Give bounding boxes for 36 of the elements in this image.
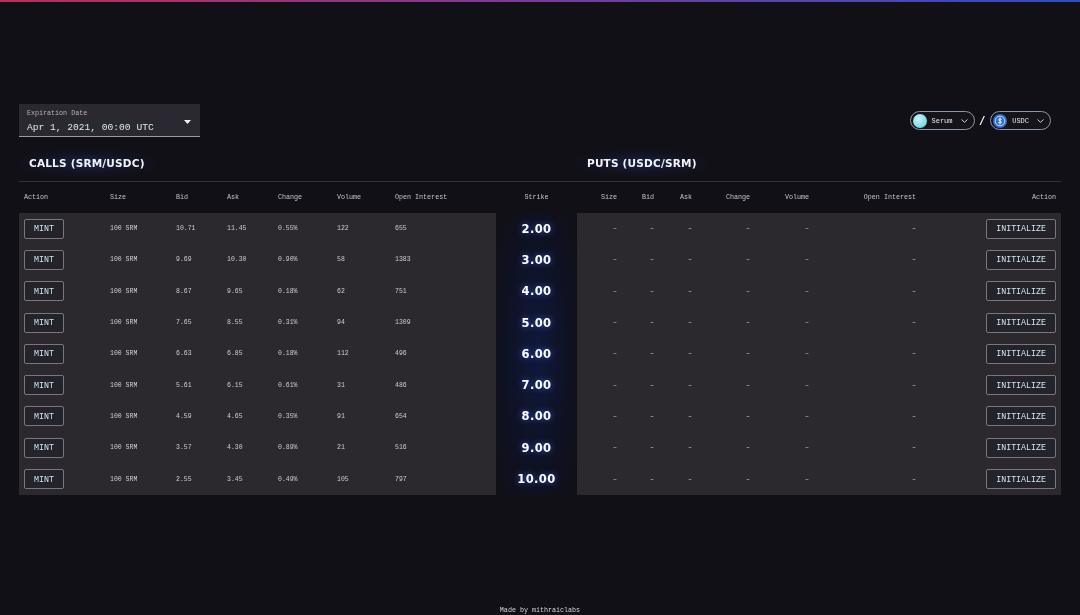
strike-price: 5.00 xyxy=(521,315,552,330)
initialize-button[interactable]: INITIALIZE xyxy=(986,312,1056,333)
mint-button[interactable]: MINT xyxy=(24,281,64,302)
strike-price: 2.00 xyxy=(521,221,552,236)
strike-price: 7.00 xyxy=(521,378,552,393)
section-title: CALLS (SRM/USDC) xyxy=(19,150,155,176)
mint-button[interactable]: MINT xyxy=(24,375,64,396)
initialize-button[interactable]: INITIALIZE xyxy=(986,437,1056,458)
mint-button[interactable]: MINT xyxy=(24,218,64,239)
strike-price: 4.00 xyxy=(521,284,552,299)
pair-separator: / xyxy=(980,115,985,126)
mint-button[interactable]: MINT xyxy=(24,249,64,270)
mint-button[interactable]: MINT xyxy=(24,343,64,364)
initialize-button[interactable]: INITIALIZE xyxy=(986,406,1056,427)
strike-price: 10.00 xyxy=(517,472,556,486)
dollar-coin-icon xyxy=(993,113,1008,128)
chevron-down-icon xyxy=(1037,118,1044,123)
initialize-button[interactable]: INITIALIZE xyxy=(986,375,1056,396)
initialize-button[interactable]: INITIALIZE xyxy=(986,281,1056,302)
coin-icon xyxy=(912,113,927,128)
strike-price: 9.00 xyxy=(521,440,552,455)
mint-button[interactable]: MINT xyxy=(24,406,64,427)
initialize-button[interactable]: INITIALIZE xyxy=(986,469,1056,489)
strike-price: 8.00 xyxy=(521,409,552,424)
strike-price: 3.00 xyxy=(521,252,552,267)
dropdown-value: Apr 1, 2021, 00:00 UTC xyxy=(27,120,154,135)
section-title: PUTS (USDC/SRM) xyxy=(577,150,707,176)
initialize-button[interactable]: INITIALIZE xyxy=(986,249,1056,270)
initialize-button[interactable]: INITIALIZE xyxy=(986,218,1056,239)
initialize-button[interactable]: INITIALIZE xyxy=(986,343,1056,364)
caret-icon xyxy=(184,119,191,124)
mint-button[interactable]: MINT xyxy=(24,312,64,333)
mint-button[interactable]: MINT xyxy=(24,437,64,458)
mint-button[interactable]: MINT xyxy=(24,469,64,489)
chevron-down-icon xyxy=(960,118,968,123)
strike-price: 6.00 xyxy=(521,346,552,361)
